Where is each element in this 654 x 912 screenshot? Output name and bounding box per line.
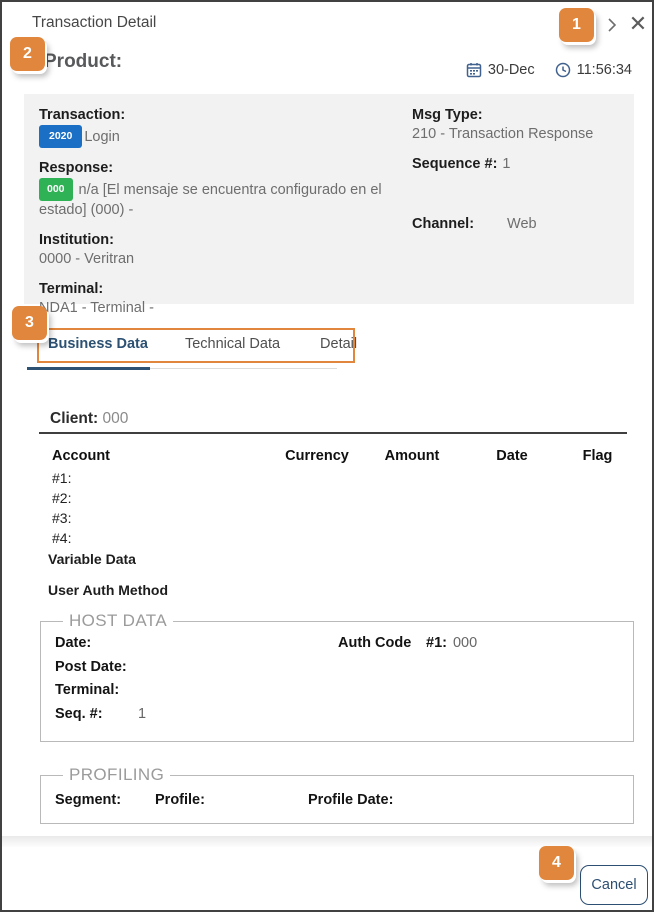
summary-left-column: Transaction: 2020Login Response: 000n/a … <box>39 106 412 329</box>
col-header-flag: Flag <box>567 448 628 470</box>
msg-type-label: Msg Type: <box>412 106 619 125</box>
table-row-label: #2: <box>52 490 267 510</box>
profile-label: Profile: <box>155 792 308 808</box>
user-auth-method-label: User Auth Method <box>48 582 168 598</box>
msg-type-value: 210 - Transaction Response <box>412 125 619 144</box>
annotation-tabs-outline <box>37 328 355 363</box>
institution-label: Institution: <box>39 231 412 250</box>
transaction-field: Transaction: 2020Login <box>39 106 412 148</box>
annotation-badge-1: 1 <box>559 8 594 42</box>
terminal-label: Terminal: <box>39 280 412 299</box>
annotation-badge-2: 2 <box>10 37 45 71</box>
channel-field: Channel: Web <box>412 215 619 234</box>
institution-value: 0000 - Veritran <box>39 250 412 269</box>
profile-date-label: Profile Date: <box>308 792 393 808</box>
client-value: 000 <box>103 410 129 427</box>
channel-value: Web <box>507 215 537 234</box>
summary-right-column: Msg Type: 210 - Transaction Response Seq… <box>412 106 619 329</box>
page-title: Transaction Detail <box>32 14 156 32</box>
post-date-label: Post Date: <box>55 659 127 676</box>
sequence-field: Sequence #: 1 <box>412 155 619 174</box>
response-field: Response: 000n/a [El mensaje se encuentr… <box>39 159 412 220</box>
col-header-amount: Amount <box>367 448 457 470</box>
institution-field: Institution: 0000 - Veritran <box>39 231 412 269</box>
terminal-field: Terminal: NDA1 - Terminal - <box>39 280 412 318</box>
table-row-label: #3: <box>52 510 267 530</box>
calendar-icon <box>466 62 482 78</box>
annotation-badge-4: 4 <box>539 846 574 880</box>
host-seq-row: Seq. #: 1 <box>55 706 619 723</box>
transaction-label: Transaction: <box>39 106 412 125</box>
host-terminal-row: Terminal: <box>55 682 619 699</box>
active-tab-indicator <box>27 367 150 370</box>
host-date-row: Date: Auth Code #1: 000 <box>55 635 619 652</box>
close-icon[interactable]: ✕ <box>626 11 650 37</box>
transaction-code-badge: 2020 <box>39 125 82 148</box>
sequence-label: Sequence #: <box>412 155 497 174</box>
host-post-date-row: Post Date: <box>55 659 619 676</box>
response-text: n/a [El mensaje se encuentra configurado… <box>39 182 382 218</box>
seq-value: 1 <box>138 706 146 723</box>
profiling-row: Segment: Profile: Profile Date: <box>55 792 619 808</box>
client-label: Client: <box>50 410 98 427</box>
sequence-value: 1 <box>502 155 510 174</box>
seq-label: Seq. #: <box>55 706 138 723</box>
cancel-button[interactable]: Cancel <box>580 865 648 905</box>
table-row-label: #1: <box>52 470 267 490</box>
table-row-label: #4: <box>52 530 267 550</box>
response-code-badge: 000 <box>39 178 73 201</box>
channel-label: Channel: <box>412 215 474 234</box>
auth-code-label: Auth Code <box>338 635 426 652</box>
host-terminal-label: Terminal: <box>55 682 119 699</box>
response-label: Response: <box>39 159 412 178</box>
profiling-legend: PROFILING <box>63 765 170 785</box>
col-header-account: Account <box>52 448 267 470</box>
annotation-badge-3: 3 <box>12 306 47 340</box>
msg-type-field: Msg Type: 210 - Transaction Response <box>412 106 619 144</box>
variable-data-label: Variable Data <box>48 551 136 567</box>
terminal-value: NDA1 - Terminal - <box>39 299 412 318</box>
transaction-date: 30-Dec <box>488 62 535 78</box>
transaction-name: Login <box>84 129 119 145</box>
accounts-table: Account Currency Amount Date Flag #1: #2… <box>52 448 628 550</box>
col-header-date: Date <box>457 448 567 470</box>
client-divider <box>39 432 627 434</box>
product-heading: Product: <box>44 51 122 73</box>
segment-label: Segment: <box>55 792 155 808</box>
datetime-row: 30-Dec 11:56:34 <box>466 62 632 78</box>
profiling-section: PROFILING Segment: Profile: Profile Date… <box>40 765 634 824</box>
transaction-summary-box: Transaction: 2020Login Response: 000n/a … <box>24 94 634 304</box>
col-header-currency: Currency <box>267 448 367 470</box>
auth-code-value: 000 <box>453 635 477 652</box>
host-data-section: HOST DATA Date: Auth Code #1: 000 Post D… <box>40 611 634 742</box>
host-data-legend: HOST DATA <box>63 611 173 631</box>
auth-num-label: #1: <box>426 635 447 652</box>
clock-icon <box>555 62 571 78</box>
transaction-time: 11:56:34 <box>577 62 632 78</box>
chevron-right-icon <box>607 17 617 33</box>
client-row: Client: 000 <box>50 410 128 428</box>
host-date-label: Date: <box>55 635 338 652</box>
collapse-chevron-icon[interactable] <box>604 15 620 35</box>
transaction-detail-panel: Transaction Detail ✕ 1 Product: 30-Dec 1… <box>0 0 654 912</box>
